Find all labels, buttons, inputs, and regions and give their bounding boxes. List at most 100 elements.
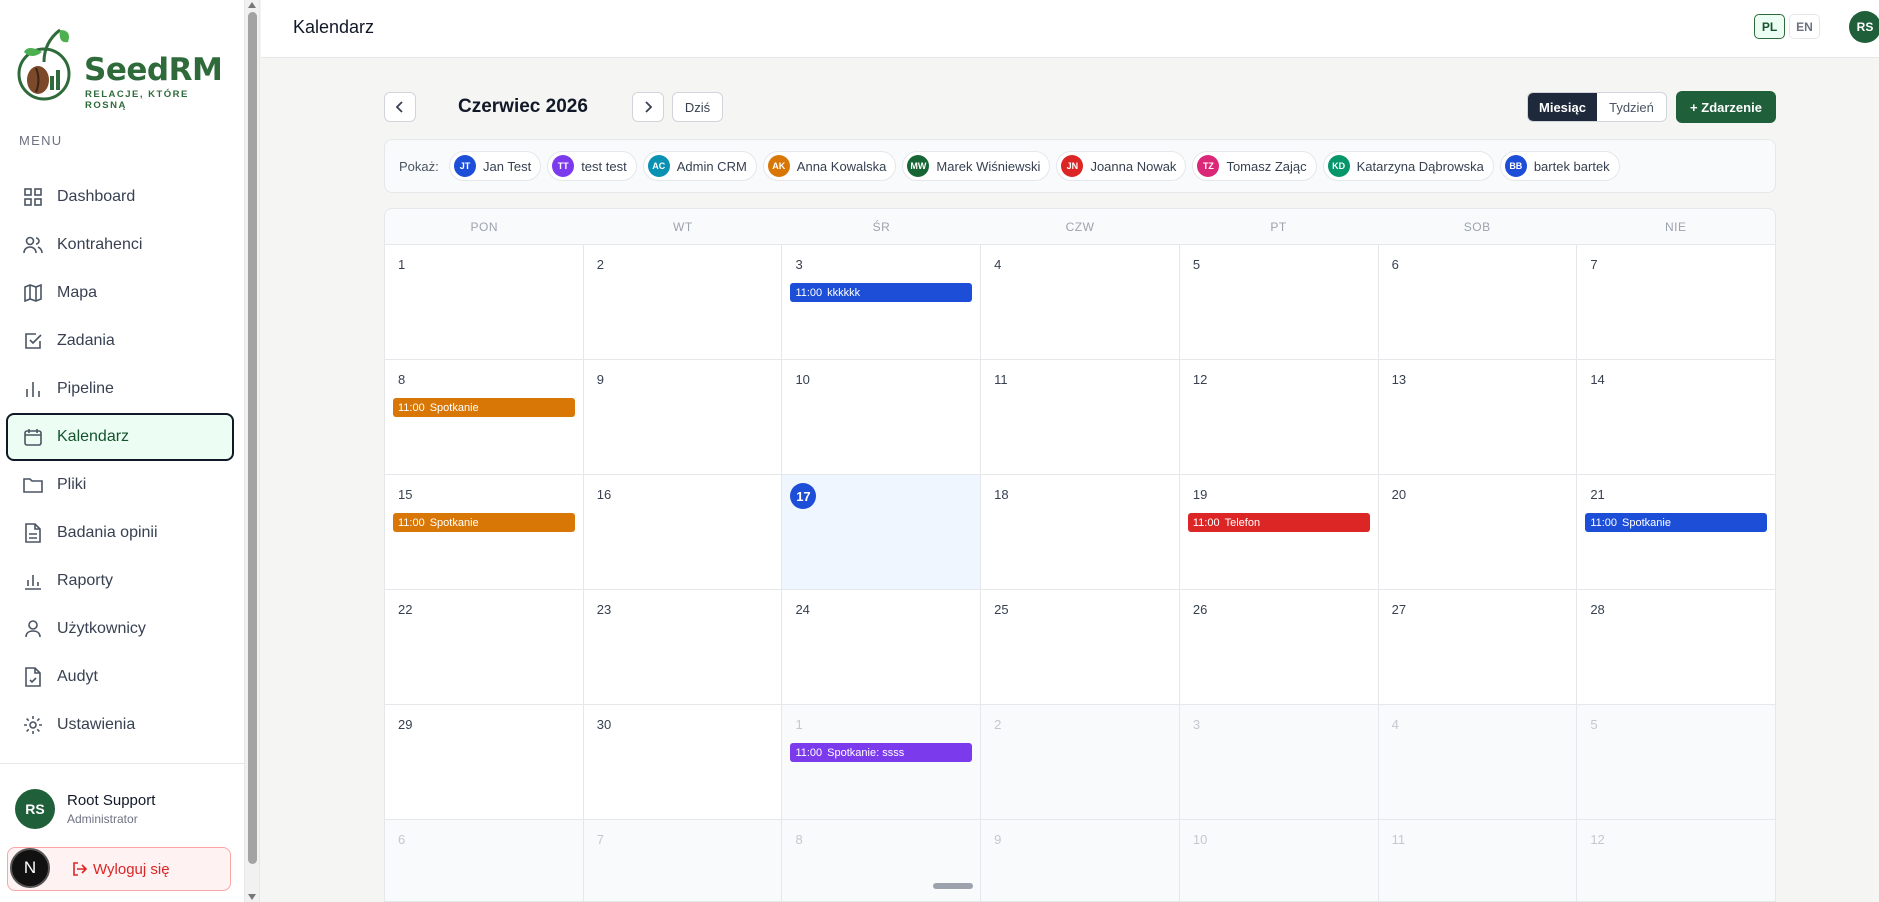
- calendar-day[interactable]: 26: [1180, 590, 1379, 704]
- day-number: 10: [1192, 832, 1208, 847]
- sidebar-item-ustawienia[interactable]: Ustawienia: [6, 701, 234, 749]
- calendar-day[interactable]: 28: [1577, 590, 1775, 704]
- calendar-day[interactable]: 8: [782, 820, 982, 901]
- user-icon: [23, 619, 43, 639]
- calendar-day[interactable]: 1 11:00 Spotkanie: ssss: [782, 705, 982, 819]
- chevron-right-icon: [645, 101, 653, 113]
- sidebar-item-mapa[interactable]: Mapa: [6, 269, 234, 317]
- calendar-day[interactable]: 14: [1577, 360, 1775, 474]
- add-event-button[interactable]: + Zdarzenie: [1676, 91, 1776, 123]
- day-number: 8: [398, 372, 406, 387]
- view-week-button[interactable]: Tydzień: [1597, 93, 1666, 121]
- calendar-day[interactable]: 7: [1577, 245, 1775, 359]
- sidebar-item-pliki[interactable]: Pliki: [6, 461, 234, 509]
- sidebar-item-pipeline[interactable]: Pipeline: [6, 365, 234, 413]
- calendar-day[interactable]: 13: [1379, 360, 1578, 474]
- calendar-day[interactable]: 6: [1379, 245, 1578, 359]
- sidebar-item-kontrahenci[interactable]: Kontrahenci: [6, 221, 234, 269]
- calendar-day[interactable]: 10: [1179, 820, 1379, 901]
- calendar-day[interactable]: 11: [1378, 820, 1578, 901]
- chip-avatar: TT: [552, 155, 575, 177]
- calendar-day[interactable]: 23: [584, 590, 783, 704]
- calendar-day[interactable]: 20: [1379, 475, 1578, 589]
- calendar-day[interactable]: 9: [584, 360, 783, 474]
- calendar-day[interactable]: 4: [981, 245, 1180, 359]
- chip-avatar: KD: [1327, 155, 1350, 177]
- sidebar-item-dashboard[interactable]: Dashboard: [6, 173, 234, 221]
- logo-sprout-icon: [17, 28, 71, 101]
- sidebar-item-audyt[interactable]: Audyt: [6, 653, 234, 701]
- filter-chip-person[interactable]: KD Katarzyna Dąbrowska: [1322, 151, 1494, 181]
- calendar-day[interactable]: 9: [981, 820, 1180, 901]
- prev-month-button[interactable]: [384, 92, 416, 122]
- header-avatar[interactable]: RS: [1849, 11, 1879, 43]
- calendar-event[interactable]: 11:00 Telefon: [1187, 513, 1370, 532]
- calendar-day[interactable]: 3 11:00 kkkkkk: [782, 245, 982, 359]
- filter-chip-person[interactable]: AK Anna Kowalska: [762, 151, 897, 181]
- calendar-day[interactable]: 15 11:00 Spotkanie: [385, 475, 584, 589]
- today-button[interactable]: Dziś: [672, 92, 723, 122]
- avatar: RS: [15, 789, 55, 829]
- calendar-event[interactable]: 11:00 kkkkkk: [790, 283, 973, 302]
- user-role: Administrator: [67, 812, 138, 826]
- sidebar-item-uzytkownicy[interactable]: Użytkownicy: [6, 605, 234, 653]
- scroll-down-arrow-icon[interactable]: [248, 894, 256, 900]
- calendar-day[interactable]: 21 11:00 Spotkanie: [1577, 475, 1775, 589]
- next-dev-badge[interactable]: N: [10, 848, 50, 888]
- lang-pl-button[interactable]: PL: [1754, 14, 1785, 39]
- calendar-day[interactable]: 1: [385, 245, 584, 359]
- filter-chip-person[interactable]: MW Marek Wiśniewski: [902, 151, 1051, 181]
- calendar-day[interactable]: 8 11:00 Spotkanie: [385, 360, 584, 474]
- calendar-day[interactable]: 3: [1179, 705, 1379, 819]
- weekday-header: PON WT ŚR CZW PT SOB NIE: [385, 209, 1775, 245]
- calendar-event[interactable]: 11:00 Spotkanie: [393, 398, 575, 417]
- scroll-up-arrow-icon[interactable]: [248, 2, 256, 8]
- filter-chip-person[interactable]: TZ Tomasz Zając: [1192, 151, 1317, 181]
- calendar-day[interactable]: 24: [782, 590, 982, 704]
- calendar-event[interactable]: 11:00 Spotkanie: ssss: [790, 743, 973, 762]
- calendar-day[interactable]: 6: [385, 820, 584, 901]
- calendar-day[interactable]: 5: [1577, 705, 1775, 819]
- view-month-button[interactable]: Miesiąc: [1528, 93, 1597, 121]
- calendar-day[interactable]: 22: [385, 590, 584, 704]
- calendar-day[interactable]: 16: [584, 475, 783, 589]
- calendar-day[interactable]: 4: [1378, 705, 1578, 819]
- sidebar-item-badania-opinii[interactable]: Badania opinii: [6, 509, 234, 557]
- drag-handle[interactable]: [933, 883, 973, 889]
- sidebar-item-zadania[interactable]: Zadania: [6, 317, 234, 365]
- calendar-day[interactable]: 12: [1577, 820, 1775, 901]
- calendar-day[interactable]: 12: [1180, 360, 1379, 474]
- day-number: 9: [994, 832, 1002, 847]
- sidebar-item-kalendarz[interactable]: Kalendarz: [6, 413, 234, 461]
- calendar-day[interactable]: 19 11:00 Telefon: [1180, 475, 1379, 589]
- event-title: Spotkanie: [429, 516, 479, 529]
- filter-chip-person[interactable]: BB bartek bartek: [1499, 151, 1620, 181]
- calendar-day[interactable]: 25: [981, 590, 1180, 704]
- filter-chip-person[interactable]: JT Jan Test: [449, 151, 542, 181]
- calendar-day[interactable]: 29: [385, 705, 584, 819]
- logo[interactable]: SeedRM RELACJE, KTÓRE ROSNĄ: [14, 22, 224, 111]
- filter-chip-person[interactable]: TT test test: [547, 151, 637, 181]
- calendar-event[interactable]: 11:00 Spotkanie: [393, 513, 575, 532]
- calendar-day[interactable]: 18: [981, 475, 1180, 589]
- scroll-thumb[interactable]: [248, 12, 257, 864]
- calendar-day[interactable]: 2: [584, 245, 783, 359]
- lang-en-button[interactable]: EN: [1789, 14, 1820, 39]
- sidebar-item-label: Użytkownicy: [57, 620, 146, 637]
- event-time: 11:00: [1590, 516, 1618, 529]
- sidebar-scrollbar[interactable]: [245, 0, 260, 902]
- next-month-button[interactable]: [632, 92, 664, 122]
- calendar-day[interactable]: 30: [584, 705, 783, 819]
- sidebar-item-raporty[interactable]: Raporty: [6, 557, 234, 605]
- calendar-day[interactable]: 2: [981, 705, 1180, 819]
- calendar-day[interactable]: 5: [1180, 245, 1379, 359]
- calendar-day[interactable]: 11: [981, 360, 1180, 474]
- calendar-day-today[interactable]: 17: [782, 475, 982, 589]
- calendar-event[interactable]: 11:00 Spotkanie: [1585, 513, 1768, 532]
- calendar-day[interactable]: 10: [782, 360, 982, 474]
- calendar-day[interactable]: 7: [583, 820, 783, 901]
- filter-chip-person[interactable]: JN Joanna Nowak: [1056, 151, 1187, 181]
- day-number: 3: [1192, 717, 1201, 732]
- calendar-day[interactable]: 27: [1379, 590, 1578, 704]
- filter-chip-person[interactable]: AC Admin CRM: [642, 151, 757, 181]
